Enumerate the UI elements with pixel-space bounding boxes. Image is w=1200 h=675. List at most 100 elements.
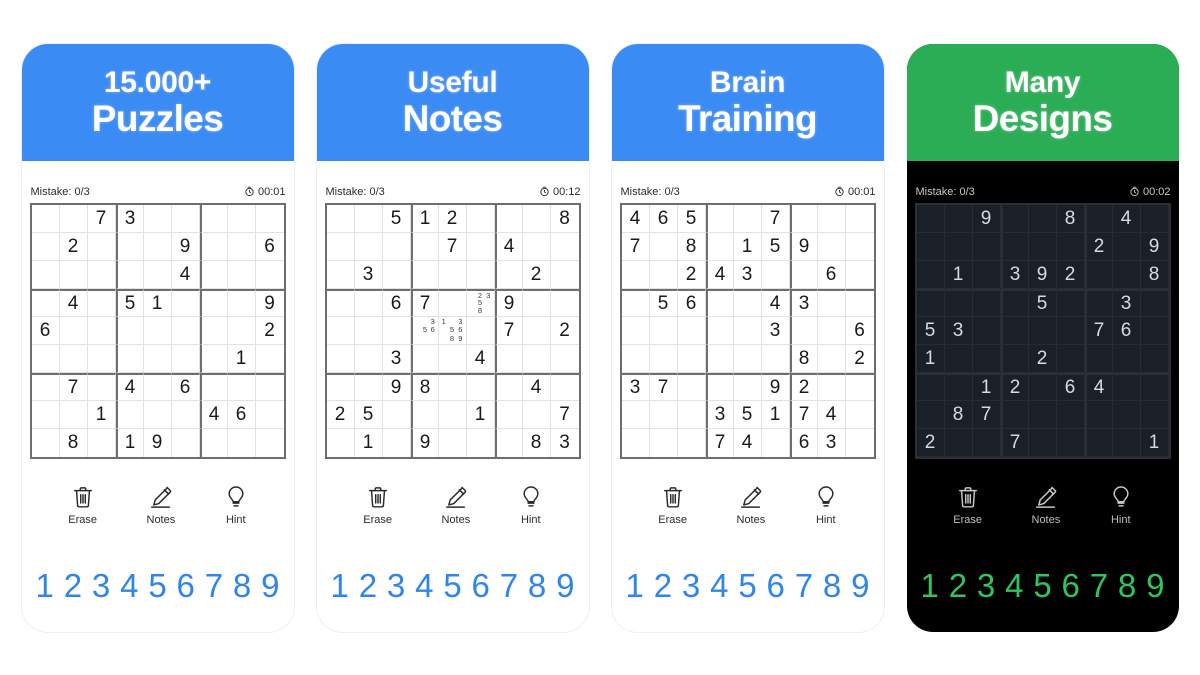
sudoku-cell[interactable]: 1 <box>972 372 1001 401</box>
sudoku-cell[interactable] <box>817 204 846 233</box>
sudoku-cell[interactable] <box>789 260 818 289</box>
sudoku-cell[interactable] <box>1000 344 1029 373</box>
sudoku-cell[interactable] <box>550 261 579 289</box>
sudoku-cell[interactable]: 4 <box>171 260 200 289</box>
sudoku-cell[interactable]: 2 <box>438 204 467 233</box>
sudoku-cell[interactable] <box>199 344 228 373</box>
numpad-key-1[interactable]: 1 <box>331 569 349 602</box>
sudoku-cell[interactable] <box>1056 344 1085 373</box>
sudoku-cell[interactable]: 9 <box>255 288 284 317</box>
sudoku-cell[interactable] <box>916 372 945 401</box>
sudoku-cell[interactable] <box>31 288 60 317</box>
sudoku-cell[interactable] <box>649 316 678 345</box>
sudoku-cell[interactable]: 7 <box>410 288 439 317</box>
numpad-key-7[interactable]: 7 <box>1090 569 1108 602</box>
sudoku-cell[interactable] <box>410 400 439 429</box>
sudoku-cell[interactable]: 1 <box>916 344 945 373</box>
numpad-key-2[interactable]: 2 <box>949 569 967 602</box>
sudoku-cell[interactable]: 3 <box>354 260 383 289</box>
sudoku-cell[interactable] <box>354 344 383 373</box>
sudoku-cell[interactable] <box>789 204 818 233</box>
sudoku-cell[interactable] <box>1056 428 1085 457</box>
numpad-key-6[interactable]: 6 <box>767 569 785 602</box>
sudoku-cell[interactable] <box>621 260 650 289</box>
sudoku-cell[interactable]: 3 <box>705 400 734 429</box>
sudoku-cell[interactable]: 7 <box>972 400 1001 429</box>
sudoku-cell[interactable]: 1 <box>143 288 172 317</box>
sudoku-cell[interactable]: 4 <box>705 260 734 289</box>
sudoku-cell[interactable] <box>944 344 973 373</box>
numpad-key-3[interactable]: 3 <box>682 569 700 602</box>
numpad-key-9[interactable]: 9 <box>851 569 869 602</box>
sudoku-cell[interactable] <box>972 428 1001 457</box>
sudoku-cell[interactable] <box>916 260 945 289</box>
sudoku-cell[interactable] <box>115 232 144 261</box>
sudoku-cell[interactable] <box>550 233 579 261</box>
numpad-key-9[interactable]: 9 <box>261 569 279 602</box>
sudoku-cell[interactable] <box>354 372 383 401</box>
sudoku-cell[interactable]: 3 <box>382 344 411 373</box>
sudoku-cell[interactable]: 6 <box>677 288 706 317</box>
sudoku-cell[interactable] <box>622 428 650 457</box>
sudoku-cell[interactable] <box>466 232 495 261</box>
numpad-key-2[interactable]: 2 <box>654 569 672 602</box>
notes-button[interactable]: Notes <box>442 485 470 526</box>
sudoku-cell[interactable] <box>1112 400 1141 429</box>
sudoku-cell[interactable] <box>845 288 874 317</box>
sudoku-cell[interactable]: 4 <box>734 428 762 457</box>
sudoku-cell[interactable] <box>255 345 284 373</box>
sudoku-cell[interactable] <box>705 232 734 261</box>
sudoku-cell[interactable] <box>31 204 60 233</box>
sudoku-cell[interactable] <box>649 232 678 261</box>
sudoku-cell[interactable] <box>944 288 973 317</box>
sudoku-cell[interactable]: 6 <box>789 428 818 457</box>
sudoku-cell[interactable]: 9 <box>410 428 439 457</box>
sudoku-cell[interactable] <box>115 344 144 373</box>
sudoku-cell[interactable]: 4 <box>494 232 523 261</box>
sudoku-cell[interactable] <box>494 260 523 289</box>
sudoku-cell[interactable] <box>31 232 60 261</box>
sudoku-cell[interactable]: 9 <box>789 232 818 261</box>
numpad-key-5[interactable]: 5 <box>443 569 461 602</box>
sudoku-cell[interactable] <box>649 260 678 289</box>
erase-button[interactable]: Erase <box>68 485 97 526</box>
numpad-key-8[interactable]: 8 <box>233 569 251 602</box>
sudoku-cell[interactable]: 9 <box>761 372 790 401</box>
sudoku-cell[interactable]: 3 <box>789 288 818 317</box>
sudoku-cell[interactable] <box>817 344 846 373</box>
sudoku-cell[interactable] <box>88 428 116 457</box>
sudoku-cell[interactable]: 8 <box>410 372 439 401</box>
hint-button[interactable]: Hint <box>520 485 542 526</box>
sudoku-cell[interactable] <box>87 260 116 289</box>
sudoku-cell[interactable]: 9 <box>1028 260 1057 289</box>
erase-button[interactable]: Erase <box>658 485 687 526</box>
sudoku-cell[interactable] <box>762 428 790 457</box>
sudoku-cell[interactable]: 5 <box>916 316 945 345</box>
sudoku-cell[interactable] <box>944 428 973 457</box>
sudoku-cell[interactable]: 8 <box>523 428 551 457</box>
notes-button[interactable]: Notes <box>737 485 765 526</box>
sudoku-cell[interactable] <box>621 288 650 317</box>
sudoku-grid[interactable]: 512874326723589356135689723498425171983 <box>324 202 581 459</box>
sudoku-cell[interactable] <box>143 232 172 261</box>
sudoku-cell[interactable] <box>87 344 116 373</box>
sudoku-cell[interactable] <box>761 260 790 289</box>
sudoku-cell[interactable] <box>1056 232 1085 261</box>
sudoku-cell[interactable] <box>1084 204 1113 233</box>
sudoku-grid[interactable]: 984291392853537612126487271 <box>914 202 1171 459</box>
sudoku-cell[interactable] <box>382 400 411 429</box>
sudoku-cell[interactable] <box>705 344 734 373</box>
sudoku-cell[interactable]: 4 <box>621 204 650 233</box>
sudoku-cell[interactable] <box>59 260 88 289</box>
sudoku-cell[interactable]: 1 <box>355 428 383 457</box>
erase-button[interactable]: Erase <box>363 485 392 526</box>
sudoku-cell[interactable] <box>916 400 945 429</box>
sudoku-cell[interactable] <box>1140 288 1169 317</box>
sudoku-cell[interactable] <box>354 316 383 345</box>
sudoku-cell[interactable] <box>1084 428 1113 457</box>
sudoku-cell[interactable] <box>733 316 762 345</box>
sudoku-cell[interactable]: 7 <box>550 401 579 429</box>
sudoku-cell[interactable] <box>916 232 945 261</box>
sudoku-cell[interactable] <box>255 401 284 429</box>
sudoku-cell[interactable] <box>466 204 495 233</box>
